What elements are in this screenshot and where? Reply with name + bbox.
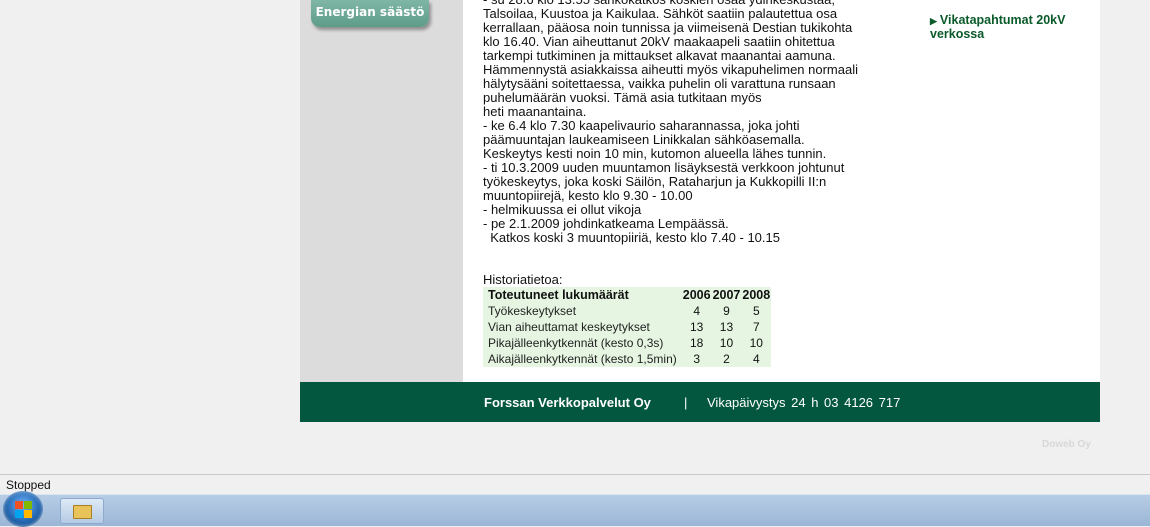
triangle-right-icon: ▶ — [930, 16, 937, 26]
header-cell: 2007 — [712, 288, 741, 302]
table-cell: Vian aiheuttamat keskeytykset — [488, 320, 650, 334]
footer-company: Forssan Verkkopalvelut Oy — [484, 395, 651, 410]
energy-saving-button[interactable]: Energian säästö — [311, 0, 429, 27]
table-cell: Työkeskeytykset — [488, 304, 577, 318]
table-cell: 18 — [689, 336, 704, 350]
table-cell: 10 — [719, 336, 734, 350]
table-cell: 3 — [693, 352, 701, 366]
table-row: Vian aiheuttamat keskeytykset 13 13 7 — [483, 319, 771, 335]
logo-quad — [15, 501, 23, 509]
logo-quad — [15, 510, 23, 518]
table-cell: 2 — [723, 352, 730, 366]
table-cell: 13 — [719, 320, 734, 334]
footer-separator: | — [684, 395, 688, 410]
windows-start-icon[interactable] — [3, 491, 43, 527]
page-content: Energian säästö - su 28.6 klo 13.55 sähk… — [300, 0, 1100, 382]
table-cell: Pikajälleenkytkennät (kesto 0,3s) — [488, 336, 664, 350]
history-label: Historiatietoa: — [483, 272, 563, 287]
logo-quad — [24, 510, 32, 518]
table-cell: 4 — [752, 352, 760, 366]
table-row: Aikajälleenkytkennät (kesto 1,5min) 3 2 … — [483, 351, 771, 367]
incident-list: - su 28.6 klo 13.55 sähkökatkos koskien … — [483, 0, 859, 245]
right-sidebar-link[interactable]: ▶ Vikatapahtumat 20kV verkossa — [930, 14, 1090, 41]
table-cell: 9 — [723, 304, 730, 318]
footer-phone: Vikapäivystys 24 h 03 4126 717 — [707, 395, 901, 410]
table-cell: 5 — [752, 304, 760, 318]
credit-link[interactable]: Doweb Oy — [1042, 439, 1091, 450]
taskbar — [0, 491, 1150, 527]
header-cell: 2008 — [742, 288, 771, 302]
header-cell: 2006 — [682, 288, 711, 302]
browser-status-bar: Stopped — [0, 474, 1150, 494]
file-explorer-button[interactable] — [60, 498, 104, 524]
table-cell: Aikajälleenkytkennät (kesto 1,5min) — [488, 352, 677, 366]
logo-quad — [24, 501, 32, 509]
table-cell: 4 — [693, 304, 701, 318]
table-cell: 10 — [749, 336, 763, 350]
table-row: Työkeskeytykset 4 9 5 — [483, 303, 771, 319]
history-table: Toteutuneet lukumäärät 2006 2007 2008 Ty… — [483, 287, 772, 367]
status-text: Stopped — [6, 478, 51, 492]
table-header-row: Toteutuneet lukumäärät 2006 2007 2008 — [483, 287, 771, 303]
folder-icon — [73, 505, 92, 519]
table-row: Pikajälleenkytkennät (kesto 0,3s) 18 10 … — [483, 335, 771, 351]
header-cell: Toteutuneet lukumäärät — [488, 288, 629, 302]
table-cell: 7 — [752, 320, 760, 334]
table-cell: 13 — [689, 320, 704, 334]
left-sidebar: Energian säästö — [300, 0, 463, 382]
footer: Forssan Verkkopalvelut Oy | Vikapäivysty… — [300, 382, 1100, 422]
link-label[interactable]: Vikatapahtumat 20kV verkossa — [930, 13, 1065, 41]
